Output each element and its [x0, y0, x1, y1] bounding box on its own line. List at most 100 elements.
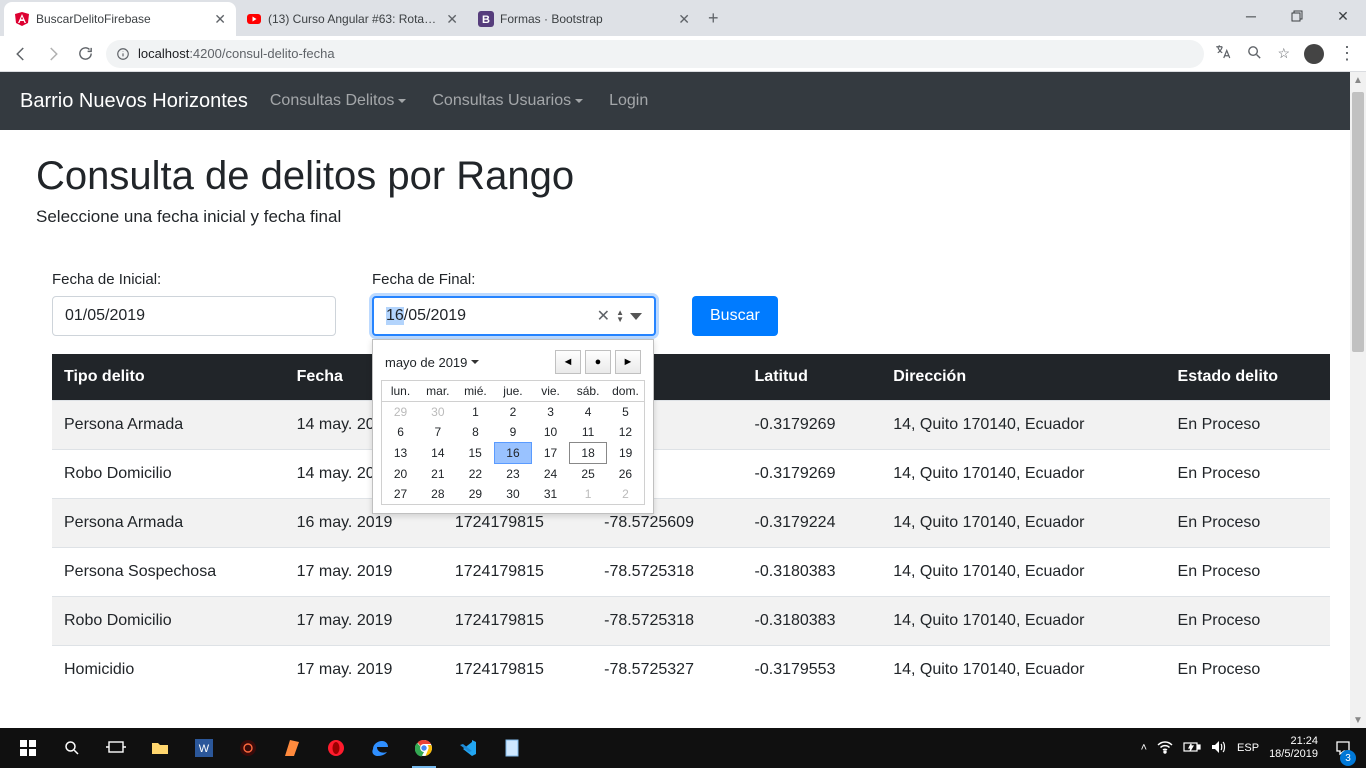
url-input[interactable]: localhost:4200/consul-delito-fecha: [106, 40, 1204, 68]
clear-icon[interactable]: ✕: [597, 306, 610, 326]
close-icon[interactable]: ✕: [446, 11, 458, 28]
dp-day[interactable]: 26: [607, 464, 645, 485]
search-button[interactable]: Buscar: [692, 296, 778, 336]
edge-icon[interactable]: [360, 728, 400, 768]
dp-day[interactable]: 9: [494, 422, 532, 443]
app-icon-2[interactable]: [272, 728, 312, 768]
volume-icon[interactable]: [1211, 740, 1227, 757]
dp-day[interactable]: 22: [457, 464, 495, 485]
dropdown-icon[interactable]: [630, 313, 642, 320]
dp-day[interactable]: 30: [419, 402, 457, 423]
vertical-scrollbar[interactable]: ▲ ▼: [1350, 72, 1366, 728]
dp-next[interactable]: ►: [615, 350, 641, 374]
nav-link[interactable]: Consultas Usuarios: [432, 92, 583, 110]
dp-day[interactable]: 11: [569, 422, 607, 443]
brand[interactable]: Barrio Nuevos Horizontes: [20, 90, 248, 113]
dp-month-label[interactable]: mayo de 2019: [385, 355, 479, 370]
translate-icon[interactable]: [1214, 43, 1232, 64]
col-header: Dirección: [881, 354, 1165, 401]
dp-day[interactable]: 5: [607, 402, 645, 423]
word-icon[interactable]: W: [184, 728, 224, 768]
app-icon-3[interactable]: [492, 728, 532, 768]
cell: -0.3179269: [743, 450, 882, 499]
star-icon[interactable]: ☆: [1277, 45, 1290, 62]
nav-link[interactable]: Login: [609, 92, 648, 110]
close-icon[interactable]: ✕: [214, 11, 226, 28]
close-icon[interactable]: ✕: [678, 11, 690, 28]
tray-caret-icon[interactable]: ˄: [1141, 742, 1147, 754]
dp-day[interactable]: 19: [607, 443, 645, 464]
dp-today[interactable]: ●: [585, 350, 611, 374]
dp-day[interactable]: 29: [457, 484, 495, 505]
new-tab-button[interactable]: +: [708, 8, 719, 29]
dp-day[interactable]: 25: [569, 464, 607, 485]
spin-buttons[interactable]: ▲▼: [616, 309, 624, 323]
dp-prev[interactable]: ◄: [555, 350, 581, 374]
kebab-menu[interactable]: ⋮: [1338, 43, 1356, 64]
dp-day[interactable]: 17: [532, 443, 570, 464]
scroll-down[interactable]: ▼: [1350, 712, 1366, 728]
notif-badge: 3: [1340, 750, 1356, 766]
zoom-icon[interactable]: [1246, 44, 1263, 64]
window-minimize[interactable]: ─: [1228, 0, 1274, 32]
dp-day[interactable]: 21: [419, 464, 457, 485]
browser-tab[interactable]: B Formas · Bootstrap ✕: [468, 2, 700, 36]
dp-day[interactable]: 28: [419, 484, 457, 505]
dp-day[interactable]: 1: [569, 484, 607, 505]
forward-button[interactable]: [42, 45, 64, 63]
dp-day[interactable]: 15: [457, 443, 495, 464]
dp-day[interactable]: 29: [382, 402, 420, 423]
dp-day[interactable]: 12: [607, 422, 645, 443]
start-button[interactable]: [8, 728, 48, 768]
wifi-icon[interactable]: [1157, 740, 1173, 757]
battery-icon[interactable]: [1183, 741, 1201, 756]
dp-day[interactable]: 7: [419, 422, 457, 443]
dp-day[interactable]: 16: [494, 443, 532, 464]
dp-day[interactable]: 8: [457, 422, 495, 443]
profile-avatar[interactable]: [1304, 44, 1324, 64]
dp-day[interactable]: 31: [532, 484, 570, 505]
time: 21:24: [1269, 735, 1318, 748]
dp-day[interactable]: 30: [494, 484, 532, 505]
notifications-icon[interactable]: 3: [1328, 728, 1358, 768]
dp-day[interactable]: 4: [569, 402, 607, 423]
dp-day[interactable]: 14: [419, 443, 457, 464]
nav-link[interactable]: Consultas Delitos: [270, 92, 407, 110]
dp-day[interactable]: 1: [457, 402, 495, 423]
dp-day[interactable]: 3: [532, 402, 570, 423]
browser-tab[interactable]: BuscarDelitoFirebase ✕: [4, 2, 236, 36]
app-icon-1[interactable]: [228, 728, 268, 768]
cell: En Proceso: [1166, 646, 1330, 695]
scroll-up[interactable]: ▲: [1350, 72, 1366, 88]
dp-day[interactable]: 18: [569, 443, 607, 464]
opera-icon[interactable]: [316, 728, 356, 768]
window-maximize[interactable]: [1274, 0, 1320, 32]
cell: -0.3180383: [743, 597, 882, 646]
cell: -0.3179553: [743, 646, 882, 695]
dp-day[interactable]: 6: [382, 422, 420, 443]
clock[interactable]: 21:24 18/5/2019: [1269, 735, 1318, 761]
dp-day[interactable]: 13: [382, 443, 420, 464]
chrome-icon[interactable]: [404, 728, 444, 768]
window-close[interactable]: ✕: [1320, 0, 1366, 32]
dp-day[interactable]: 20: [382, 464, 420, 485]
dp-day[interactable]: 24: [532, 464, 570, 485]
lang-indicator[interactable]: ESP: [1237, 742, 1259, 754]
reload-button[interactable]: [74, 45, 96, 62]
dp-day[interactable]: 2: [494, 402, 532, 423]
dp-day[interactable]: 2: [607, 484, 645, 505]
dp-day[interactable]: 10: [532, 422, 570, 443]
dp-day[interactable]: 23: [494, 464, 532, 485]
date-final-input[interactable]: 16/05/2019 ✕ ▲▼: [372, 296, 656, 336]
scroll-thumb[interactable]: [1352, 92, 1364, 352]
date-initial-input[interactable]: 01/05/2019: [52, 296, 336, 336]
cell: Robo Domicilio: [52, 597, 285, 646]
dp-table: lun.mar.mié.jue.vie.sáb.dom. 29301234567…: [381, 380, 645, 505]
vscode-icon[interactable]: [448, 728, 488, 768]
explorer-icon[interactable]: [140, 728, 180, 768]
back-button[interactable]: [10, 45, 32, 63]
browser-tab[interactable]: (13) Curso Angular #63: Rotas: Te ✕: [236, 2, 468, 36]
taskview-icon[interactable]: [96, 728, 136, 768]
dp-day[interactable]: 27: [382, 484, 420, 505]
cortana-icon[interactable]: [52, 728, 92, 768]
